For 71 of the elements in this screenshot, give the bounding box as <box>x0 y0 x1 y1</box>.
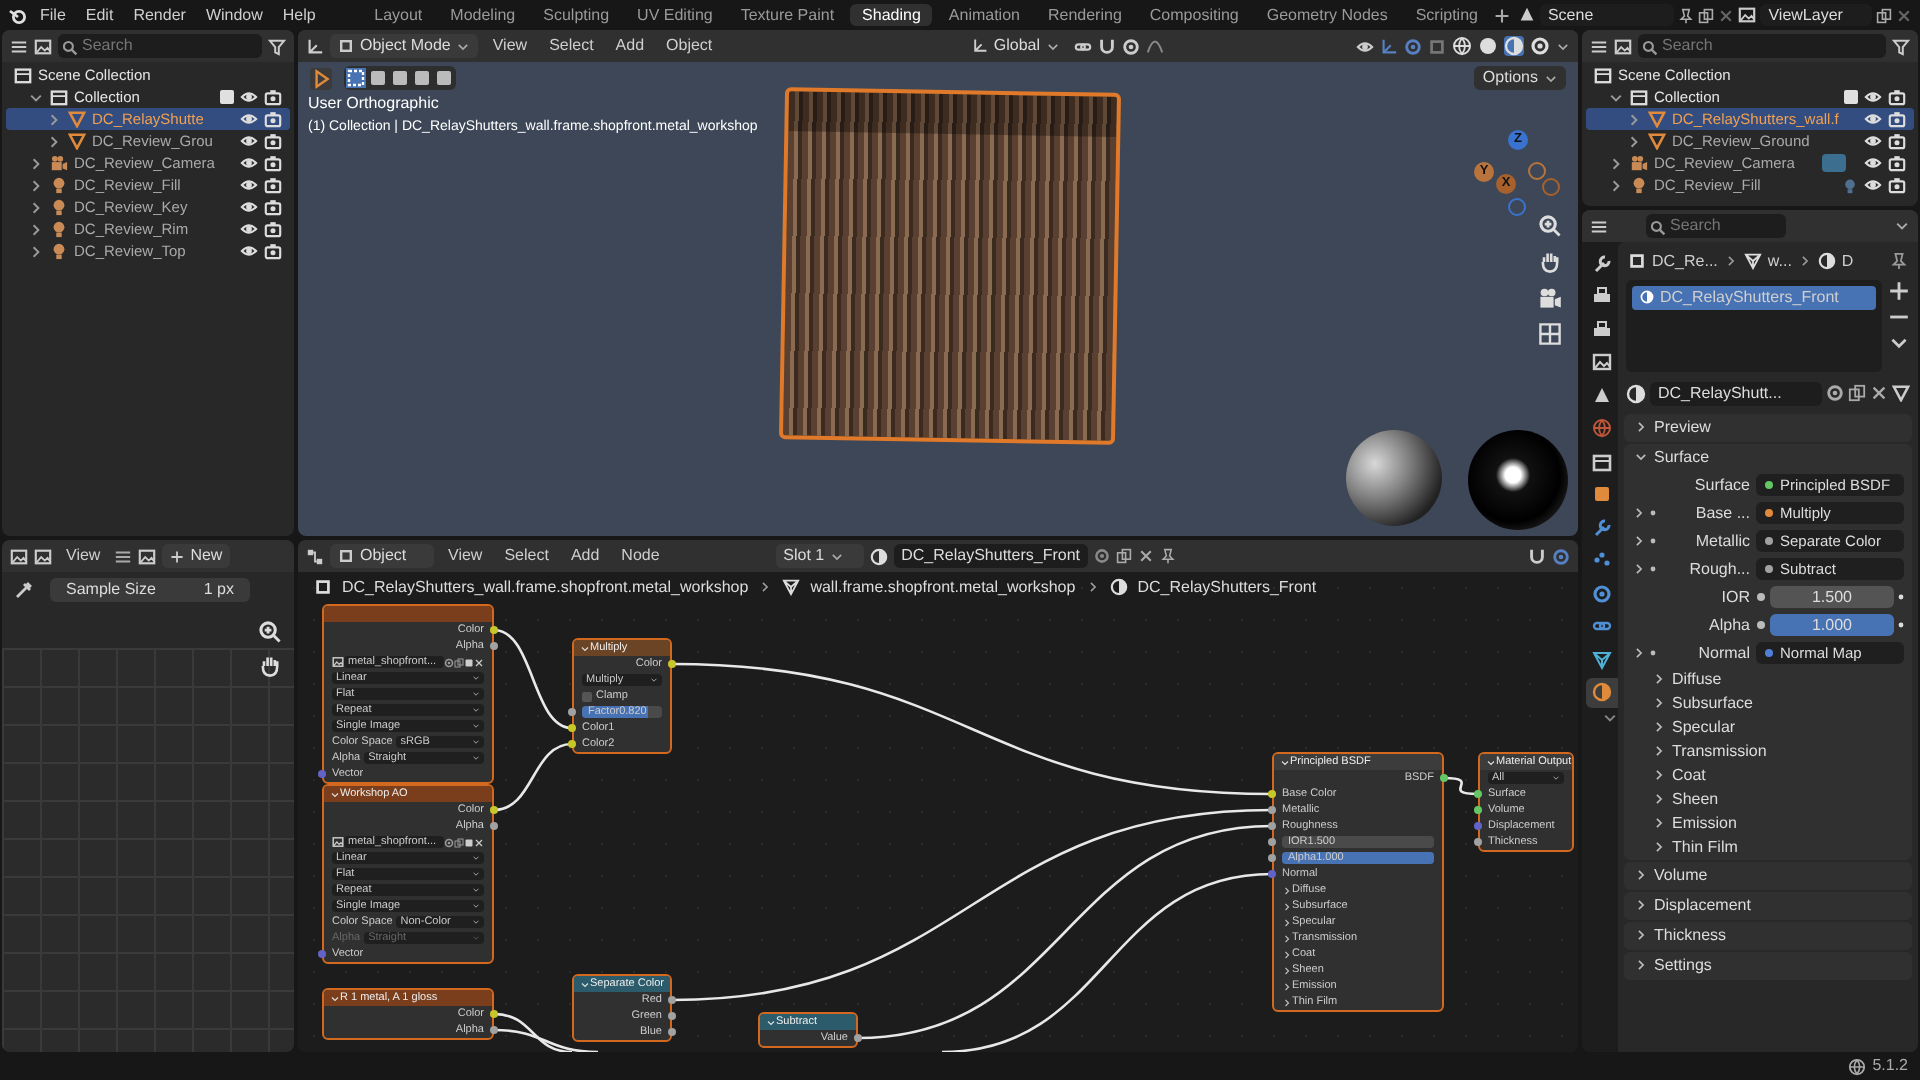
mode-dropdown[interactable]: Object Mode <box>330 34 479 58</box>
field-label: Surface <box>1692 475 1750 495</box>
menu-item[interactable]: Edit <box>77 5 122 25</box>
menu-item[interactable]: View <box>58 546 109 566</box>
subpanel-header[interactable]: Diffuse <box>1624 667 1912 692</box>
menu-item[interactable]: Help <box>274 5 324 25</box>
menu-item[interactable]: Add <box>562 546 608 566</box>
subpanel-header[interactable]: Transmission <box>1624 739 1912 764</box>
breadcrumb-item: DC_RelayShutters_Front <box>1137 578 1317 598</box>
workspace-tab[interactable]: Scripting <box>1403 3 1490 27</box>
subpanel-header[interactable]: Subsurface <box>1624 691 1912 716</box>
workspace-tab[interactable]: UV Editing <box>625 3 725 27</box>
object-type-dropdown[interactable]: Object <box>330 544 434 568</box>
view-layer-field[interactable]: ViewLayer <box>1760 3 1872 27</box>
search-field[interactable]: Search <box>1646 214 1786 238</box>
field-label: Base ... <box>1693 503 1750 523</box>
subpanel-header[interactable]: Emission <box>1624 811 1912 836</box>
material-name-field[interactable]: DC_RelayShutt... <box>1650 382 1822 406</box>
subpanel-header[interactable]: Thin Film <box>1624 835 1912 860</box>
view-name-label: User Orthographic <box>308 94 441 114</box>
menu-item[interactable]: File <box>32 5 74 25</box>
menu-item[interactable]: Select <box>541 36 602 56</box>
breadcrumb-item: w... <box>1767 251 1792 271</box>
workspace-tab[interactable]: Sculpting <box>531 3 622 27</box>
menu-item[interactable]: Node <box>613 546 668 566</box>
value-slider[interactable]: 1.000 <box>1770 614 1894 637</box>
workspace-tab[interactable]: Rendering <box>1035 3 1134 27</box>
search-field[interactable]: Search <box>1638 34 1886 58</box>
sample-size-field[interactable]: Sample Size 1 px <box>50 578 250 602</box>
menu-item[interactable]: View <box>440 546 491 566</box>
field-label: Normal <box>1696 643 1750 663</box>
panel-header[interactable]: Preview <box>1624 413 1912 442</box>
subpanel-header[interactable]: Specular <box>1624 715 1912 740</box>
workspace-tab[interactable]: Animation <box>936 3 1032 27</box>
menu-item[interactable]: Select <box>496 546 557 566</box>
subpanel-header[interactable]: Sheen <box>1624 787 1912 812</box>
orientation-dropdown[interactable]: Global <box>963 34 1068 58</box>
workspace-tab[interactable]: Shading <box>850 3 933 27</box>
menu-item[interactable]: Add <box>607 36 653 56</box>
panel-header[interactable]: Surface <box>1624 443 1912 472</box>
field-label: IOR <box>1719 587 1750 607</box>
breadcrumb-item: DC_RelayShutters_wall.frame.shopfront.metal_workshop <box>342 578 749 598</box>
search-field[interactable]: Search <box>58 34 262 58</box>
breadcrumb-item: D <box>1841 251 1854 271</box>
panel-header[interactable]: Settings <box>1624 951 1912 980</box>
subpanel-header[interactable]: Coat <box>1624 763 1912 788</box>
field-label: Metallic <box>1693 531 1750 551</box>
value-field[interactable]: 1.500 <box>1770 586 1894 609</box>
scene-field[interactable]: Scene <box>1539 3 1675 27</box>
menu-item[interactable]: View <box>484 36 536 56</box>
version-label: 5.1.2 <box>1872 1056 1908 1076</box>
field-label: Alpha <box>1707 615 1750 635</box>
field-label: Rough... <box>1687 559 1750 579</box>
panel-header[interactable]: Displacement <box>1624 891 1912 920</box>
panel-header[interactable]: Thickness <box>1624 921 1912 950</box>
menu-item[interactable]: Window <box>197 5 271 25</box>
menu-item[interactable]: Render <box>125 5 194 25</box>
workspace-tab[interactable]: Modeling <box>438 3 528 27</box>
workspace-tab[interactable]: Texture Paint <box>728 3 847 27</box>
options-button[interactable]: Options <box>1474 66 1566 90</box>
new-image-button[interactable]: New <box>162 544 231 568</box>
material-field[interactable]: DC_RelayShutters_Front <box>893 544 1088 568</box>
workspace-tab[interactable]: Layout <box>362 3 435 27</box>
slot-label: DC_RelayShutters_Front <box>1660 288 1839 308</box>
breadcrumb-item: wall.frame.shopfront.metal_workshop <box>810 578 1076 598</box>
slot-dropdown[interactable]: Slot 1 <box>775 544 864 568</box>
breadcrumb-item: DC_Re... <box>1652 251 1718 271</box>
menu-item[interactable]: Object <box>658 36 721 56</box>
workspace-tab[interactable]: Compositing <box>1137 3 1251 27</box>
workspace-tab[interactable]: Geometry Nodes <box>1254 3 1400 27</box>
panel-header[interactable]: Volume <box>1624 861 1912 890</box>
